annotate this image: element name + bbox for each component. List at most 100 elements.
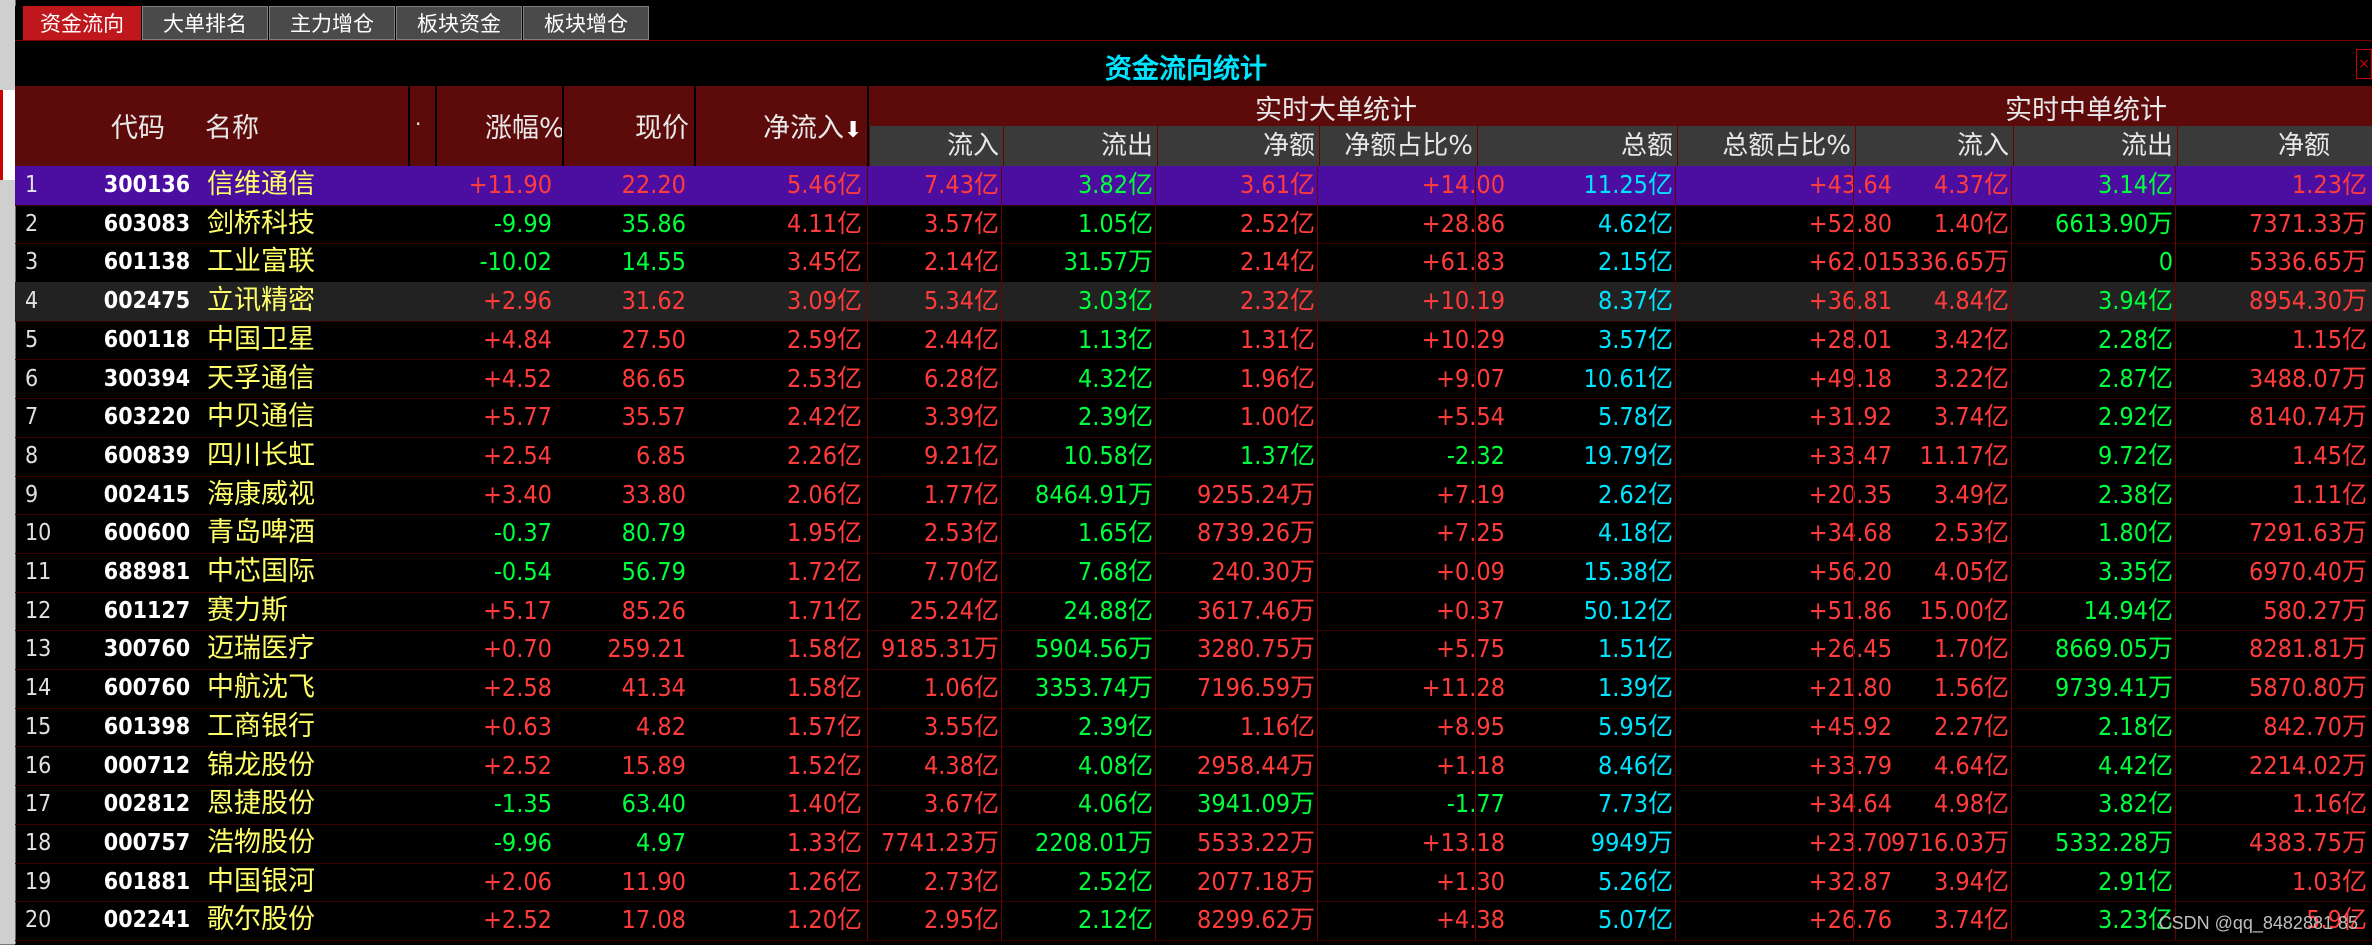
cell-b_net: 1.00亿 xyxy=(1239,402,1315,432)
table-row[interactable]: 8 600839 四川长虹 +2.54 6.85 2.26亿 9.21亿 10.58亿 1.37… xyxy=(15,437,2372,477)
cell-b_net: 8739.26万 xyxy=(1197,518,1315,548)
vtab-8[interactable] xyxy=(0,710,15,831)
cell-net: 2.26亿 xyxy=(786,440,862,470)
cell-b_in: 5.34亿 xyxy=(923,286,999,316)
table-row[interactable]: 4 002475 立讯精密 +2.96 31.62 3.09亿 5.34亿 3.03亿 2.32… xyxy=(15,282,2372,322)
cell-net: 1.58亿 xyxy=(786,673,862,703)
table-row[interactable]: 20 002241 歌尔股份 +2.52 17.08 1.20亿 2.95亿 2.12亿 829… xyxy=(15,901,2372,941)
cell-m_in: 3.22亿 xyxy=(1933,363,2009,393)
table-row[interactable]: 7 603220 中贝通信 +5.77 35.57 2.42亿 3.39亿 2.39亿 1.00… xyxy=(15,398,2372,438)
tab-main-increase[interactable]: 主力增仓 xyxy=(269,6,395,40)
header-price[interactable]: 现价 xyxy=(635,106,689,145)
column-divider xyxy=(1317,166,1318,940)
cell-m_out: 3.14亿 xyxy=(2097,170,2173,199)
table-row[interactable]: 16 000712 锦龙股份 +2.52 15.89 1.52亿 4.38亿 4.08亿 295… xyxy=(15,747,2372,787)
table-row[interactable]: 18 000757 浩物股份 -9.96 4.97 1.33亿 7741.23万 2208.0… xyxy=(15,824,2372,864)
header-dot[interactable]: . xyxy=(415,106,421,130)
stock-name: 剑桥科技 xyxy=(207,207,315,239)
stock-code: 601138 xyxy=(103,249,191,276)
sort-down-icon: ⬇ xyxy=(844,118,863,143)
stock-code: 002241 xyxy=(103,907,191,934)
table-row[interactable]: 14 600760 中航沈飞 +2.58 41.34 1.58亿 1.06亿 3353.74万… xyxy=(15,669,2372,709)
vtab-9[interactable] xyxy=(0,830,15,945)
table-row[interactable]: 2 603083 剑桥科技 -9.99 35.86 4.11亿 3.57亿 1.05亿 2.52… xyxy=(15,205,2372,245)
table-header: 代码 名称 . 涨幅% 现价 净流入⬇ 实时大单统计 实时中单统计 流入 流出 … xyxy=(15,86,2372,166)
vtab-6[interactable] xyxy=(0,490,15,601)
table-row[interactable]: 5 600118 中国卫星 +4.84 27.50 2.59亿 2.44亿 1.13亿 1.31… xyxy=(15,321,2372,361)
vtab-7[interactable] xyxy=(0,600,15,711)
cell-price: 14.55 xyxy=(621,247,686,277)
stock-code: 300760 xyxy=(103,636,191,663)
cell-m_out: 2.18亿 xyxy=(2097,711,2173,741)
tab-big-order-rank[interactable]: 大单排名 xyxy=(142,6,268,40)
stock-name: 浩物股份 xyxy=(207,826,315,858)
table-row[interactable]: 11 688981 中芯国际 -0.54 56.79 1.72亿 7.70亿 7.68亿 240… xyxy=(15,553,2372,593)
table-row[interactable]: 3 601138 工业富联 -10.02 14.55 3.45亿 2.14亿 31.57万 2.… xyxy=(15,243,2372,284)
cell-b_out: 4.32亿 xyxy=(1077,363,1153,393)
header-big-total-ratio[interactable]: 总额占比% xyxy=(1677,126,1855,166)
column-divider xyxy=(1001,166,1002,940)
page-title: 资金流向统计 xyxy=(1105,54,1267,85)
table-row[interactable]: 10 600600 青岛啤酒 -0.37 80.79 1.95亿 2.53亿 1.65亿 873… xyxy=(15,514,2372,554)
column-divider xyxy=(1853,166,1854,940)
vtab-5[interactable] xyxy=(0,380,15,491)
header-big-out[interactable]: 流出 xyxy=(1003,126,1157,166)
row-index: 10 xyxy=(25,520,52,547)
tab-capital-flow[interactable]: 资金流向 xyxy=(23,6,141,40)
cell-change: +2.54 xyxy=(483,440,552,470)
cell-b_net: 3941.09万 xyxy=(1197,789,1315,819)
cell-m_net: 4383.75万 xyxy=(2249,827,2367,857)
table-row[interactable]: 19 601881 中国银河 +2.06 11.90 1.26亿 2.73亿 2.52亿 207… xyxy=(15,863,2372,903)
header-mid-net[interactable]: 净额 xyxy=(2177,126,2372,166)
header-code[interactable]: 代码 xyxy=(111,106,165,145)
cell-m_out: 1.80亿 xyxy=(2097,518,2173,548)
tab-sector-capital[interactable]: 板块资金 xyxy=(396,6,522,40)
cell-b_out: 2208.01万 xyxy=(1035,827,1153,857)
table-row[interactable]: 17 002812 恩捷股份 -1.35 63.40 1.40亿 3.67亿 4.06亿 394… xyxy=(15,785,2372,825)
vtab-2[interactable] xyxy=(0,90,15,181)
cell-b_in: 1.06亿 xyxy=(923,673,999,703)
stock-code: 600600 xyxy=(103,520,191,547)
column-divider xyxy=(1475,166,1476,940)
header-big-in[interactable]: 流入 xyxy=(869,126,1003,166)
table-row[interactable]: 1 300136 信维通信 +11.90 22.20 5.46亿 7.43亿 3.82亿 3.6… xyxy=(15,166,2372,206)
cell-m_net: 5336.65万 xyxy=(2249,247,2367,277)
cell-m_out: 2.87亿 xyxy=(2097,363,2173,393)
cell-b_out: 3.03亿 xyxy=(1077,286,1153,316)
close-icon[interactable]: × xyxy=(2356,49,2372,79)
row-index: 3 xyxy=(25,249,39,276)
cell-price: 35.57 xyxy=(621,402,686,432)
cell-b_net: 9255.24万 xyxy=(1197,479,1315,509)
cell-b_in: 9185.31万 xyxy=(881,634,999,664)
table-row[interactable]: 12 601127 赛力斯 +5.17 85.26 1.71亿 25.24亿 24.88亿 36… xyxy=(15,592,2372,632)
cell-b_net: 7196.59万 xyxy=(1197,673,1315,703)
header-net-inflow[interactable]: 净流入⬇ xyxy=(763,106,862,145)
cell-b_total: 2.62亿 xyxy=(1597,479,1673,509)
stock-code: 600839 xyxy=(103,442,191,469)
header-big-net[interactable]: 净额 xyxy=(1157,126,1319,166)
stock-name: 工业富联 xyxy=(207,246,315,278)
header-big-total[interactable]: 总额 xyxy=(1477,126,1677,166)
cell-m_in: 15.00亿 xyxy=(1919,595,2009,625)
table-row[interactable]: 13 300760 迈瑞医疗 +0.70 259.21 1.58亿 9185.31万 5904… xyxy=(15,630,2372,671)
vtab-3[interactable] xyxy=(0,180,15,276)
header-name[interactable]: 名称 xyxy=(205,106,259,145)
cell-net: 1.58亿 xyxy=(786,634,862,664)
header-mid-out[interactable]: 流出 xyxy=(2013,126,2177,166)
header-change[interactable]: 涨幅% xyxy=(485,106,565,145)
cell-m_net: 1.15亿 xyxy=(2291,324,2367,354)
vtab-4[interactable] xyxy=(0,275,15,381)
cell-b_in: 7.43亿 xyxy=(923,170,999,199)
header-mid-in[interactable]: 流入 xyxy=(1855,126,2013,166)
cell-b_out: 4.08亿 xyxy=(1077,750,1153,780)
cell-m_in: 4.37亿 xyxy=(1933,170,2009,199)
table-row[interactable]: 6 300394 天孚通信 +4.52 86.65 2.53亿 6.28亿 4.32亿 1.96… xyxy=(15,360,2372,400)
stock-name: 中国银河 xyxy=(207,865,315,897)
column-divider xyxy=(2011,166,2012,940)
tab-sector-increase[interactable]: 板块增仓 xyxy=(523,6,649,40)
table-row[interactable]: 9 002415 海康威视 +3.40 33.80 2.06亿 1.77亿 8464.91万 9… xyxy=(15,476,2372,516)
header-big-net-ratio[interactable]: 净额占比% xyxy=(1319,126,1477,166)
cell-b_total: 19.79亿 xyxy=(1583,440,1673,470)
row-index: 7 xyxy=(25,404,39,431)
table-row[interactable]: 15 601398 工商银行 +0.63 4.82 1.57亿 3.55亿 2.39亿 1.16… xyxy=(15,708,2372,748)
